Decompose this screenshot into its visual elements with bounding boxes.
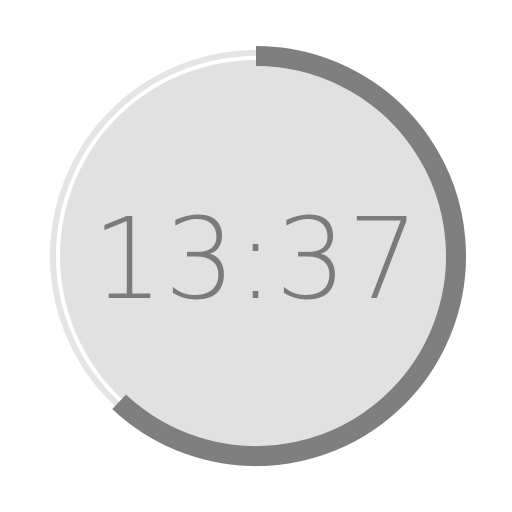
clock-widget: 13:37 xyxy=(0,0,512,512)
time-display: 13:37 xyxy=(92,195,420,325)
